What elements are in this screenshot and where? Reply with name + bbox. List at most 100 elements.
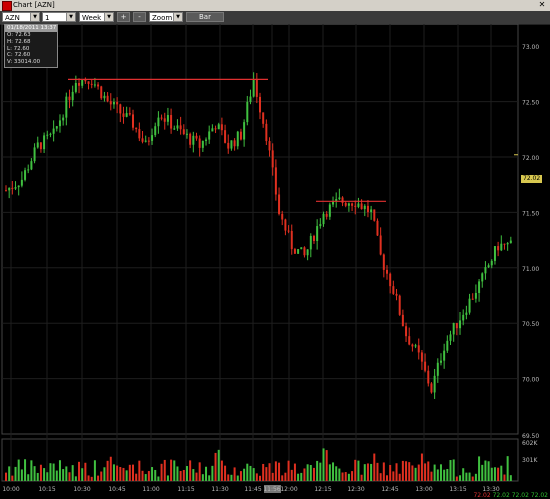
volume-bar — [214, 452, 217, 481]
candle-body — [433, 375, 436, 393]
volume-bar — [468, 472, 471, 481]
volume-bar — [239, 471, 242, 481]
candle-body — [306, 249, 309, 256]
range-select[interactable]: Week ▼ — [79, 12, 114, 22]
volume-bar — [401, 460, 404, 481]
close-icon[interactable]: ✕ — [537, 1, 547, 9]
volume-bar — [173, 460, 176, 481]
volume-bar — [211, 465, 214, 481]
candle-body — [112, 101, 115, 105]
chevron-down-icon[interactable]: ▼ — [66, 13, 75, 21]
candle-body — [217, 124, 220, 130]
volume-bar — [100, 471, 103, 481]
status-value: 72.02 — [530, 492, 548, 499]
candle-body — [465, 312, 468, 315]
candle-body — [420, 352, 423, 362]
candle-body — [398, 295, 401, 315]
price-chart[interactable]: 73.00 72.50 72.00 71.50 71.00 70.50 70.00 69.50… — [0, 24, 550, 499]
volume-bar — [474, 473, 477, 481]
candle-body — [224, 130, 227, 143]
volume-bar — [459, 475, 462, 481]
candle-body — [81, 79, 84, 86]
time-tick-label: 12:00 — [280, 486, 297, 493]
candle-body — [379, 235, 382, 255]
chevron-down-icon[interactable]: ▼ — [173, 13, 182, 21]
volume-bar — [122, 467, 125, 481]
candle-body — [78, 82, 81, 86]
volume-bar — [62, 469, 65, 481]
candle-body — [297, 249, 300, 254]
volume-bar — [179, 470, 182, 481]
candle-body — [185, 133, 188, 135]
chevron-down-icon[interactable]: ▼ — [30, 13, 39, 21]
volume-bar — [230, 474, 233, 481]
candle-body — [233, 140, 236, 147]
volume-bar — [233, 467, 236, 481]
candle-body — [125, 113, 128, 117]
candle-body — [243, 122, 246, 140]
price-tick-label: 70.50 — [522, 321, 539, 328]
volume-bar — [500, 465, 503, 481]
candle-body — [195, 135, 198, 139]
price-tick-label: 71.00 — [522, 266, 539, 273]
volume-bar — [243, 468, 246, 481]
volume-bar — [338, 468, 341, 481]
candle-body — [392, 286, 395, 294]
volume-bar — [497, 467, 500, 481]
bar-button[interactable]: Bar — [186, 12, 224, 22]
volume-bar — [281, 475, 284, 481]
candle-body — [116, 101, 119, 105]
chart-canvas[interactable]: 73.00 72.50 72.00 71.50 71.00 70.50 70.00 69.50… — [0, 24, 550, 499]
candle-body — [468, 298, 471, 313]
time-tick-label: 10:00 — [2, 486, 19, 493]
candle-body — [122, 113, 125, 117]
volume-bar — [446, 468, 449, 481]
info-header: 01/18/2011 13:37 — [5, 25, 57, 32]
symbol-select[interactable]: AZN ▼ — [2, 12, 40, 22]
zoom-select[interactable]: Zoom ▼ — [149, 12, 183, 22]
volume-bar — [455, 476, 458, 481]
chevron-down-icon[interactable]: ▼ — [104, 13, 113, 21]
candle-body — [259, 96, 261, 113]
candle-body — [201, 140, 204, 148]
info-high: H: 72.68 — [7, 38, 31, 45]
volume-bar — [328, 464, 331, 481]
candle-body — [236, 131, 239, 147]
volume-bar — [52, 463, 55, 481]
zoom-out-button[interactable]: - — [133, 12, 146, 22]
candle-body — [424, 361, 427, 371]
volume-bar — [357, 460, 360, 481]
volume-bar — [36, 472, 39, 481]
candle-body — [312, 235, 315, 241]
volume-bar — [347, 473, 350, 481]
volume-bar — [449, 460, 452, 481]
volume-bar — [312, 467, 315, 481]
info-open: O: 72.63 — [7, 32, 31, 38]
candle-body — [138, 129, 141, 139]
candle-body — [309, 235, 312, 250]
candle-body — [344, 202, 347, 206]
volume-bar — [255, 473, 258, 481]
candle-body — [97, 84, 100, 87]
candle-body — [411, 344, 414, 347]
volume-bar — [195, 472, 198, 481]
volume-bar — [5, 472, 7, 481]
zoom-in-button[interactable]: + — [117, 12, 130, 22]
volume-bar — [182, 469, 185, 481]
candle-body — [303, 247, 306, 256]
candle-body — [328, 204, 331, 217]
volume-bar — [116, 465, 119, 481]
candle-body — [163, 118, 166, 122]
interval-select[interactable]: 1 minute ▼ — [42, 12, 76, 32]
candle-body — [14, 187, 17, 189]
volume-bar — [271, 472, 274, 481]
candle-body — [55, 126, 58, 129]
candle-body — [227, 142, 230, 149]
volume-bar — [30, 460, 33, 481]
range-value: Week — [82, 14, 102, 22]
candle-body — [43, 135, 46, 150]
candle-body — [490, 260, 493, 266]
candle-body — [274, 167, 277, 195]
volume-bar — [389, 464, 392, 481]
volume-bar — [259, 475, 261, 481]
